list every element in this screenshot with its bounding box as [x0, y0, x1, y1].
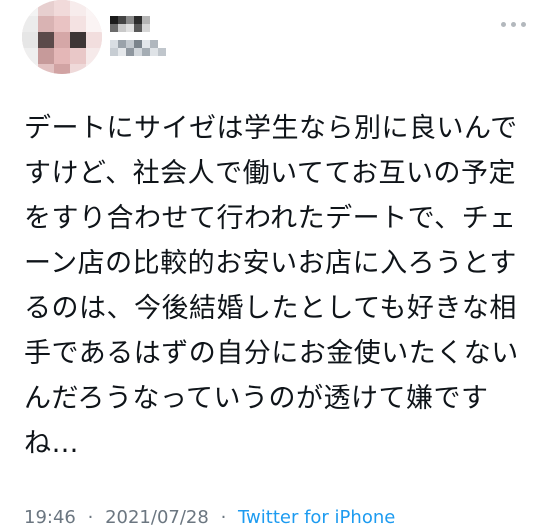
tweet-card: デートにサイゼは学生なら別に良いんですけど、社会人で働いててお互いの予定をすり合… — [0, 0, 550, 530]
more-horizontal-icon — [520, 21, 526, 27]
more-options-button[interactable] — [498, 14, 528, 34]
tweet-time[interactable]: 19:46 — [24, 507, 76, 528]
more-horizontal-icon — [510, 21, 516, 27]
tweet-date[interactable]: 2021/07/28 — [105, 507, 209, 528]
meta-separator: · — [220, 507, 227, 528]
tweet-source-link[interactable]: Twitter for iPhone — [238, 507, 395, 528]
meta-separator: · — [87, 507, 94, 528]
author-name-pixelated[interactable] — [110, 14, 190, 62]
tweet-meta: 19:46 · 2021/07/28 · Twitter for iPhone — [24, 506, 395, 530]
tweet-text: デートにサイゼは学生なら別に良いんですけど、社会人で働いててお互いの予定をすり合… — [24, 113, 519, 459]
author-avatar[interactable] — [22, 0, 102, 74]
more-horizontal-icon — [500, 21, 506, 27]
